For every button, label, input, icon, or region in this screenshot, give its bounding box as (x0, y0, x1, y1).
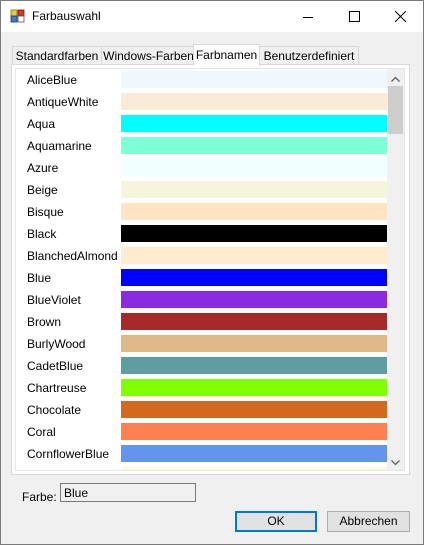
minimize-button[interactable] (285, 1, 331, 32)
color-name: Aquamarine (27, 139, 92, 153)
color-list-item[interactable]: Chartreuse (16, 377, 388, 399)
color-list-item[interactable]: CornflowerBlue (16, 443, 388, 465)
scrollbar-thumb[interactable] (388, 86, 403, 134)
color-name: BlueViolet (27, 293, 81, 307)
dialog-window: Farbauswahl Standardfarben Windows-Farbe… (0, 0, 424, 545)
color-list-item[interactable]: Beige (16, 179, 388, 201)
color-swatch (121, 137, 387, 154)
color-swatch (121, 159, 387, 176)
cancel-button[interactable]: Abbrechen (327, 511, 410, 532)
minimize-icon (303, 12, 313, 22)
color-name: Chocolate (27, 403, 82, 417)
color-list-item[interactable]: Aqua (16, 113, 388, 135)
color-list-item[interactable]: Azure (16, 157, 388, 179)
color-list-item[interactable]: CadetBlue (16, 355, 388, 377)
color-swatch (121, 335, 387, 352)
maximize-icon (348, 11, 360, 22)
title-bar[interactable]: Farbauswahl (1, 1, 423, 32)
color-swatch (121, 181, 387, 198)
color-list-item[interactable]: Coral (16, 421, 388, 443)
color-swatch (121, 71, 387, 88)
color-name: Coral (27, 425, 56, 439)
color-list[interactable]: Cornsilk CornflowerBlue Coral Chocolate Char… (15, 68, 405, 471)
color-name: CornflowerBlue (27, 447, 110, 461)
maximize-button[interactable] (331, 1, 377, 32)
color-name: Black (27, 227, 57, 241)
color-list-item[interactable]: Aquamarine (16, 135, 388, 157)
color-name: Cornsilk (27, 469, 70, 470)
color-swatch (121, 445, 387, 462)
color-swatch (121, 467, 387, 470)
color-name: Blue (27, 271, 52, 285)
close-button[interactable] (377, 1, 423, 32)
color-swatch (121, 357, 387, 374)
color-list-item[interactable]: BlanchedAlmond (16, 245, 388, 267)
color-list-item[interactable]: Black (16, 223, 388, 245)
tab-standardfarben[interactable]: Standardfarben (12, 46, 102, 65)
color-swatch (121, 247, 387, 264)
color-list-item[interactable]: Cornsilk (16, 465, 388, 470)
color-name: BlanchedAlmond (27, 249, 118, 263)
color-swatch (121, 313, 387, 330)
ok-button[interactable]: OK (235, 511, 317, 532)
color-swatch (121, 269, 387, 286)
color-swatch (121, 423, 387, 440)
farbe-label: Farbe: (22, 490, 57, 504)
window-title: Farbauswahl (32, 9, 101, 23)
color-swatch (121, 93, 387, 110)
color-name: AntiqueWhite (27, 95, 99, 109)
color-name: Azure (27, 161, 59, 175)
color-name: Brown (27, 315, 62, 329)
color-name: Beige (27, 183, 58, 197)
chevron-down-icon (391, 455, 400, 469)
color-swatch (121, 225, 387, 242)
color-swatch (121, 203, 387, 220)
color-list-item[interactable]: Chocolate (16, 399, 388, 421)
scroll-down-button[interactable] (387, 453, 404, 470)
color-swatch (121, 379, 387, 396)
color-name: AliceBlue (27, 73, 78, 87)
close-icon (394, 11, 406, 22)
color-list-item[interactable]: AliceBlue (16, 69, 388, 91)
vertical-scrollbar[interactable] (387, 69, 404, 470)
selected-color-field: Blue (60, 483, 196, 502)
chevron-up-icon (391, 71, 400, 85)
color-dialog-icon (10, 9, 26, 23)
tab-farbnamen[interactable]: Farbnamen (193, 44, 260, 66)
color-list-item[interactable]: BurlyWood (16, 333, 388, 355)
color-swatch (121, 115, 387, 132)
color-name: BurlyWood (27, 337, 86, 351)
color-name: Bisque (27, 205, 64, 219)
scroll-up-button[interactable] (387, 69, 404, 86)
color-list-item[interactable]: Brown (16, 311, 388, 333)
color-swatch (121, 291, 387, 308)
color-list-item[interactable]: BlueViolet (16, 289, 388, 311)
color-swatch (121, 401, 387, 418)
tab-windows-farben[interactable]: Windows-Farben (101, 46, 196, 65)
color-name: CadetBlue (27, 359, 84, 373)
color-list-item[interactable]: Bisque (16, 201, 388, 223)
color-name: Chartreuse (27, 381, 87, 395)
color-list-item[interactable]: AntiqueWhite (16, 91, 388, 113)
tab-benutzerdefiniert[interactable]: Benutzerdefiniert (259, 46, 359, 65)
color-name: Aqua (27, 117, 56, 131)
color-list-item[interactable]: Blue (16, 267, 388, 289)
